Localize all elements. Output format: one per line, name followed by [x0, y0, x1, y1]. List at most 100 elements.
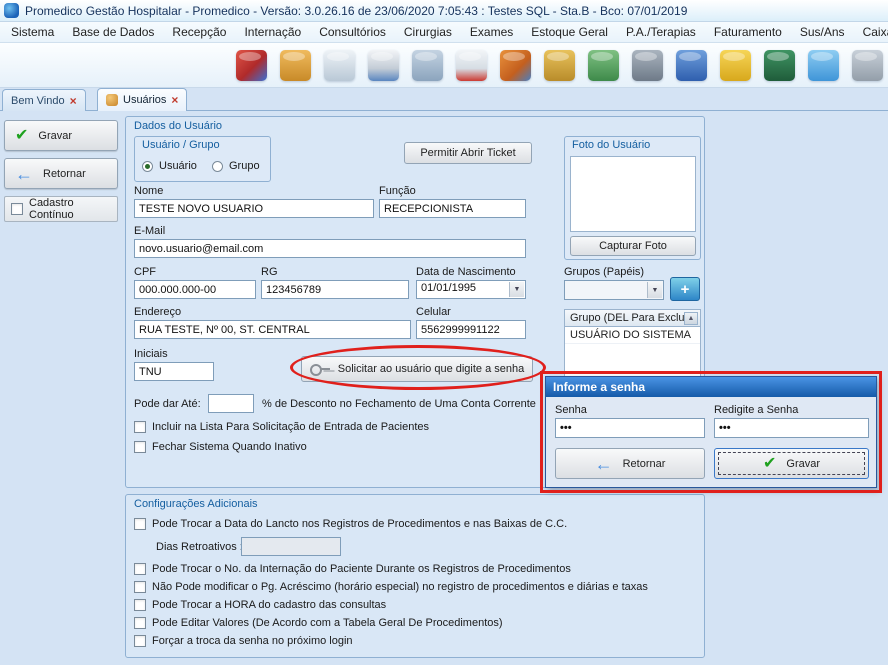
solicitar-senha-button[interactable]: Solicitar ao usuário que digite a senha	[301, 356, 533, 382]
stock-icon[interactable]	[544, 50, 575, 81]
rg-input[interactable]	[261, 280, 409, 299]
radio-grupo[interactable]: Grupo	[212, 160, 260, 172]
funcao-input[interactable]	[379, 199, 526, 218]
grupos-papeis-combo[interactable]: ▼	[564, 280, 664, 300]
config-check-row-5[interactable]: Forçar a troca da senha no próximo login	[134, 635, 353, 647]
fechar-sistema-label: Fechar Sistema Quando Inativo	[152, 441, 307, 453]
data-nascimento-combo[interactable]: 01/01/1995 ▼	[416, 280, 526, 299]
config-checkbox-1[interactable]	[134, 563, 146, 575]
menu-cirurgias[interactable]: Cirurgias	[395, 23, 461, 41]
grupo-radio-icon[interactable]	[212, 161, 223, 172]
doctor-icon[interactable]	[324, 50, 355, 81]
chevron-down-icon[interactable]: ▼	[509, 282, 524, 297]
tab-bem-vindo[interactable]: Bem Vindo ×	[2, 89, 86, 111]
tab-usuarios-close-icon[interactable]: ×	[171, 93, 178, 107]
config-label-1: Pode Trocar o No. da Internação do Pacie…	[152, 563, 571, 575]
usuario-radio-icon[interactable]	[142, 161, 153, 172]
fechar-sistema-checkbox[interactable]	[134, 441, 146, 453]
gravar-button[interactable]: ✔ Gravar	[4, 120, 118, 151]
grupo-list-item[interactable]: USUÁRIO DO SISTEMA	[565, 327, 700, 344]
cadastro-continuo-label: Cadastro Contínuo	[29, 197, 117, 221]
menu-bar: Sistema Base de Dados Recepção Internaçã…	[0, 22, 888, 43]
config-checkbox-2[interactable]	[134, 581, 146, 593]
incluir-lista-checkbox[interactable]	[134, 421, 146, 433]
config-check-row-4[interactable]: Pode Editar Valores (De Acordo com a Tab…	[134, 617, 503, 629]
config-checkbox-5[interactable]	[134, 635, 146, 647]
menu-base-de-dados[interactable]: Base de Dados	[63, 23, 163, 41]
endereco-input[interactable]	[134, 320, 411, 339]
menu-faturamento[interactable]: Faturamento	[705, 23, 791, 41]
menu-caixa[interactable]: Caixa	[854, 23, 888, 41]
dialog-retornar-button[interactable]: ← Retornar	[555, 448, 705, 479]
grupo-list: USUÁRIO DO SISTEMA	[564, 327, 701, 379]
permitir-abrir-ticket-button[interactable]: Permitir Abrir Ticket	[404, 142, 532, 164]
configuracoes-adicionais-group: Configurações Adicionais Pode Trocar a D…	[125, 494, 705, 658]
menu-pa-terapias[interactable]: P.A./Terapias	[617, 23, 705, 41]
config-checkbox-3[interactable]	[134, 599, 146, 611]
config-label-0: Pode Trocar a Data do Lancto nos Registr…	[152, 518, 567, 530]
card-icon[interactable]	[852, 50, 883, 81]
config-check-row-2[interactable]: Não Pode modificar o Pg. Acréscimo (horá…	[134, 581, 648, 593]
manual-icon[interactable]	[764, 50, 795, 81]
prescription-icon[interactable]	[368, 50, 399, 81]
tab-usuarios[interactable]: Usuários ×	[97, 88, 187, 111]
pode-dar-ate-label: Pode dar Até:	[134, 398, 201, 410]
cpf-input[interactable]	[134, 280, 256, 299]
desconto-input[interactable]	[208, 394, 254, 413]
menu-sus-ans[interactable]: Sus/Ans	[791, 23, 854, 41]
radio-usuario[interactable]: Usuário	[142, 160, 197, 172]
senha-input[interactable]	[555, 418, 705, 438]
config-check-row-1[interactable]: Pode Trocar o No. da Internação do Pacie…	[134, 563, 571, 575]
config-checkbox-0[interactable]	[134, 518, 146, 530]
incluir-lista-check-row[interactable]: Incluir na Lista Para Solicitação de Ent…	[134, 421, 429, 433]
retornar-button[interactable]: ← Retornar	[4, 158, 118, 189]
cadastro-continuo-checkbox[interactable]	[11, 203, 23, 215]
fechar-sistema-check-row[interactable]: Fechar Sistema Quando Inativo	[134, 441, 307, 453]
tab-bem-vindo-label: Bem Vindo	[11, 95, 65, 107]
support-icon[interactable]	[236, 50, 267, 81]
radio-usuario-label: Usuário	[159, 160, 197, 172]
celular-label: Celular	[416, 306, 451, 318]
phone-icon[interactable]	[720, 50, 751, 81]
capturar-foto-button[interactable]: Capturar Foto	[570, 236, 696, 256]
email-input[interactable]	[134, 239, 526, 258]
config-check-row-3[interactable]: Pode Trocar a HORA do cadastro das consu…	[134, 599, 386, 611]
chat-icon[interactable]	[808, 50, 839, 81]
back-arrow-icon: ←	[15, 165, 33, 183]
menu-consultorios[interactable]: Consultórios	[310, 23, 395, 41]
ambulance-icon[interactable]	[456, 50, 487, 81]
menu-internacao[interactable]: Internação	[235, 23, 310, 41]
sort-up-icon[interactable]: ▲	[684, 312, 698, 325]
menu-exames[interactable]: Exames	[461, 23, 522, 41]
check-icon: ✔	[763, 456, 776, 472]
safe-icon[interactable]	[632, 50, 663, 81]
iniciais-label: Iniciais	[134, 348, 168, 360]
cpf-label: CPF	[134, 266, 156, 278]
grupo-list-header[interactable]: Grupo (DEL Para Excluir) ▲	[564, 309, 701, 327]
informe-senha-dialog-titlebar[interactable]: Informe a senha	[546, 377, 876, 397]
senha-label: Senha	[555, 404, 587, 416]
menu-estoque-geral[interactable]: Estoque Geral	[522, 23, 617, 41]
iniciais-input[interactable]	[134, 362, 214, 381]
application-window: Promedico Gestão Hospitalar - Promedico …	[0, 0, 888, 665]
chevron-down-icon[interactable]: ▼	[647, 282, 662, 298]
billing-icon[interactable]	[676, 50, 707, 81]
dialog-gravar-button[interactable]: ✔ Gravar	[714, 448, 869, 479]
nome-input[interactable]	[134, 199, 374, 218]
add-group-button[interactable]: +	[670, 277, 700, 301]
tab-bem-vindo-close-icon[interactable]: ×	[70, 94, 77, 108]
title-bar: Promedico Gestão Hospitalar - Promedico …	[0, 0, 888, 22]
menu-sistema[interactable]: Sistema	[2, 23, 63, 41]
menu-recepcao[interactable]: Recepção	[163, 23, 235, 41]
desconto-suffix-label: % de Desconto no Fechamento de Uma Conta…	[262, 398, 536, 410]
bed-icon[interactable]	[412, 50, 443, 81]
tab-usuarios-label: Usuários	[123, 94, 166, 106]
celular-input[interactable]	[416, 320, 526, 339]
redigite-senha-input[interactable]	[714, 418, 869, 438]
config-check-row-0[interactable]: Pode Trocar a Data do Lancto nos Registr…	[134, 518, 567, 530]
config-checkbox-4[interactable]	[134, 617, 146, 629]
pharmacy-icon[interactable]	[588, 50, 619, 81]
reports-icon[interactable]	[500, 50, 531, 81]
reception-icon[interactable]	[280, 50, 311, 81]
dias-retroativos-input[interactable]	[241, 537, 341, 556]
